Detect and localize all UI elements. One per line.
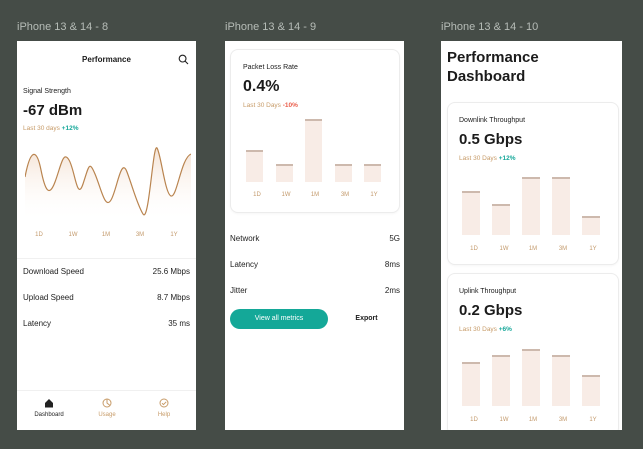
packet-loss-bar-chart bbox=[243, 114, 389, 182]
metric-value: 35 ms bbox=[168, 319, 190, 328]
card-title: Downlink Throughput bbox=[459, 117, 526, 124]
trend-prefix: Last 30 Days bbox=[459, 326, 497, 333]
chart-bar bbox=[364, 164, 381, 182]
chart-bar bbox=[305, 119, 322, 182]
range-1y[interactable]: 1Y bbox=[583, 417, 603, 423]
trend-prefix: Last 30 Days bbox=[243, 102, 281, 109]
packet-loss-card: Packet Loss Rate 0.4% Last 30 Days -10% … bbox=[230, 49, 400, 213]
signal-strength-label: Signal Strength bbox=[23, 88, 71, 95]
chart-bar bbox=[492, 204, 510, 235]
uplink-bar-chart bbox=[462, 346, 608, 406]
range-1w[interactable]: 1W bbox=[494, 246, 514, 252]
metric-value: 5G bbox=[389, 234, 400, 243]
trend-change: +12% bbox=[61, 125, 79, 132]
trend-line: Last 30 Days +6% bbox=[459, 326, 512, 333]
trend-line: Last 30 Days +12% bbox=[459, 155, 516, 162]
search-icon[interactable] bbox=[178, 54, 189, 65]
trend-line: Last 30 Days -10% bbox=[243, 102, 298, 109]
downlink-card: Downlink Throughput 0.5 Gbps Last 30 Day… bbox=[447, 102, 619, 265]
chart-bar bbox=[582, 375, 600, 406]
range-1m[interactable]: 1M bbox=[305, 192, 325, 198]
trend-prefix: Last 30 days bbox=[23, 125, 60, 132]
range-1w[interactable]: 1W bbox=[63, 232, 83, 238]
screen-performance: Performance Signal Strength -67 dBm Last… bbox=[17, 41, 196, 430]
chart-bar bbox=[552, 177, 570, 235]
signal-strength-value: -67 dBm bbox=[23, 102, 83, 119]
view-all-metrics-button[interactable]: View all metrics bbox=[230, 309, 328, 329]
chart-bar bbox=[582, 216, 600, 235]
nav-usage[interactable]: Usage bbox=[87, 398, 127, 418]
chart-bar bbox=[246, 150, 263, 182]
chart-bar bbox=[552, 355, 570, 406]
range-1d[interactable]: 1D bbox=[464, 246, 484, 252]
metric-value: 8ms bbox=[384, 260, 400, 269]
range-1d[interactable]: 1D bbox=[29, 232, 49, 238]
range-1y[interactable]: 1Y bbox=[583, 246, 603, 252]
trend-change: -10% bbox=[282, 102, 298, 109]
downlink-bar-chart bbox=[462, 175, 608, 235]
metric-label: Network bbox=[230, 234, 260, 243]
chart-bar bbox=[275, 164, 293, 182]
range-1y[interactable]: 1Y bbox=[164, 232, 184, 238]
card-title: Packet Loss Rate bbox=[243, 64, 298, 71]
range-3m[interactable]: 3M bbox=[553, 246, 573, 252]
screen-performance-dashboard: Performance Dashboard Downlink Throughpu… bbox=[441, 41, 622, 430]
card-value: 0.5 Gbps bbox=[459, 131, 523, 148]
card-value: 0.2 Gbps bbox=[459, 302, 523, 319]
range-3m[interactable]: 3M bbox=[553, 417, 573, 423]
range-1m[interactable]: 1M bbox=[523, 246, 543, 252]
card-value: 0.4% bbox=[243, 78, 280, 95]
range-1d[interactable]: 1D bbox=[247, 192, 267, 198]
metric-label: Download Speed bbox=[23, 267, 84, 276]
home-icon bbox=[44, 398, 54, 408]
metric-value: 25.6 Mbps bbox=[152, 267, 190, 276]
nav-label: Help bbox=[157, 412, 171, 418]
chart-bar bbox=[334, 164, 352, 182]
range-3m[interactable]: 3M bbox=[130, 232, 150, 238]
metric-label: Latency bbox=[230, 260, 259, 269]
chart-bar bbox=[462, 191, 480, 235]
card-title: Uplink Throughput bbox=[459, 288, 517, 295]
range-1d[interactable]: 1D bbox=[464, 417, 484, 423]
metric-label: Jitter bbox=[230, 286, 248, 295]
screen-packet-loss: Packet Loss Rate 0.4% Last 30 Days -10% … bbox=[225, 41, 404, 430]
trend-change: +12% bbox=[498, 155, 516, 162]
title-line-2: Dashboard bbox=[447, 68, 526, 85]
range-1m[interactable]: 1M bbox=[523, 417, 543, 423]
nav-label: Usage bbox=[98, 412, 116, 418]
pie-chart-icon bbox=[102, 398, 112, 408]
signal-line-chart bbox=[25, 147, 191, 222]
uplink-card: Uplink Throughput 0.2 Gbps Last 30 Days … bbox=[447, 273, 619, 430]
chart-bar bbox=[492, 355, 510, 406]
range-3m[interactable]: 3M bbox=[335, 192, 355, 198]
range-1w[interactable]: 1W bbox=[494, 417, 514, 423]
metric-value: 8.7 Mbps bbox=[157, 293, 190, 302]
title-line-1: Performance bbox=[447, 49, 539, 66]
metric-label: Latency bbox=[23, 319, 52, 328]
trend-change: +6% bbox=[498, 326, 512, 333]
nav-dashboard[interactable]: Dashboard bbox=[29, 398, 69, 418]
nav-help[interactable]: Help bbox=[144, 398, 184, 418]
page-title: Performance bbox=[82, 55, 131, 64]
frame-label-3: iPhone 13 & 14 - 10 bbox=[441, 21, 539, 33]
chart-bar bbox=[522, 349, 540, 406]
dashboard-title: Performance Dashboard bbox=[447, 48, 539, 86]
frame-label-2: iPhone 13 & 14 - 9 bbox=[225, 21, 317, 33]
metric-label: Upload Speed bbox=[23, 293, 74, 302]
check-circle-icon bbox=[159, 398, 169, 408]
chart-bar bbox=[522, 177, 540, 235]
export-button[interactable]: Export bbox=[339, 309, 394, 329]
metric-value: 2ms bbox=[384, 286, 400, 295]
trend-prefix: Last 30 Days bbox=[459, 155, 497, 162]
nav-label: Dashboard bbox=[34, 412, 64, 418]
range-1y[interactable]: 1Y bbox=[364, 192, 384, 198]
trend-line: Last 30 days +12% bbox=[23, 125, 78, 132]
range-1w[interactable]: 1W bbox=[276, 192, 296, 198]
range-1m[interactable]: 1M bbox=[96, 232, 116, 238]
frame-label-1: iPhone 13 & 14 - 8 bbox=[17, 21, 109, 33]
chart-bar bbox=[462, 362, 480, 406]
